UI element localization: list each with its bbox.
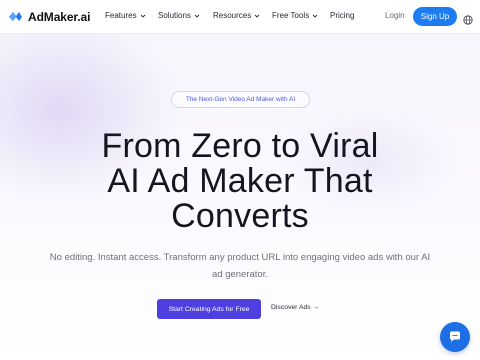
brand-name: AdMaker.ai [28,9,91,24]
nav-item-pricing[interactable]: Pricing [330,11,354,20]
chat-bubble-icon [450,331,460,342]
headline-line: AI Ad Maker That [107,162,373,200]
globe-icon[interactable] [463,12,473,25]
headline-line: Converts [171,197,309,235]
nav-item-resources[interactable]: Resources [213,11,260,20]
chevron-down-icon [140,14,145,18]
nav-item-label: Pricing [330,11,355,20]
hero-badge: The Next-Gen Video Ad Maker with AI [171,91,310,108]
subheadline-line: ad generator. [212,269,268,280]
brand-logo-link[interactable]: AdMaker.ai [8,9,90,24]
headline-line: From Zero to Viral [101,127,379,165]
discover-ads-link[interactable]: Discover Ads → [271,304,319,311]
nav-item-solutions[interactable]: Solutions [158,11,200,20]
hero-subheadline: No editing. Instant access. Transform an… [20,249,460,283]
nav-item-label: Resources [213,11,252,20]
chevron-down-icon [194,14,200,18]
start-creating-button[interactable]: Start Creating Ads for Free [157,299,261,319]
nav-item-label: Solutions [158,11,191,20]
hero-headline: From Zero to Viral AI Ad Maker That Conv… [0,129,480,234]
chat-widget-button[interactable] [440,322,470,352]
subheadline-line: No editing. Instant access. Transform an… [49,252,431,263]
nav-item-free-tools[interactable]: Free Tools [272,11,318,20]
top-navbar: AdMaker.ai Features Solutions Resources … [0,0,480,34]
chevron-down-icon [254,14,260,18]
chevron-down-icon [312,14,318,18]
signup-button[interactable]: Sign Up [413,7,457,26]
login-link[interactable]: Login [385,11,405,20]
nav-item-label: Free Tools [272,11,310,20]
nav-item-label: Features [105,11,137,20]
nav-item-features[interactable]: Features [105,11,146,20]
admaker-logo-icon [8,9,23,24]
